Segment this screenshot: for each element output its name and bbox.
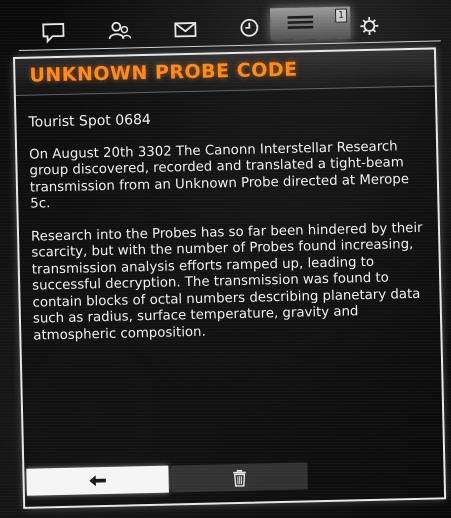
tab-chat[interactable] <box>36 19 71 46</box>
action-bar <box>26 462 308 496</box>
tab-codex[interactable]: 1 <box>269 6 351 41</box>
chat-icon <box>42 23 65 44</box>
tab-badge-count: 1 <box>334 8 348 23</box>
tab-inbox[interactable] <box>168 16 203 43</box>
back-arrow-icon <box>89 475 106 487</box>
clock-icon <box>240 18 259 37</box>
tab-contacts[interactable] <box>102 17 137 44</box>
message-paragraph: Research into the Probes has so far been… <box>30 220 423 344</box>
back-button[interactable] <box>26 465 169 496</box>
message-header: UNKNOWN PROBE CODE <box>15 49 435 96</box>
contacts-icon <box>108 21 132 40</box>
message-paragraph: On August 20th 3302 The Canonn Interstel… <box>29 138 410 212</box>
codex-icon <box>287 15 314 29</box>
message-panel: UNKNOWN PROBE CODE Tourist Spot 0684 On … <box>13 47 447 509</box>
tab-history[interactable] <box>232 14 267 41</box>
message-subtitle: Tourist Spot 0684 <box>28 111 152 131</box>
trash-icon <box>233 469 246 487</box>
message-title: UNKNOWN PROBE CODE <box>29 58 298 87</box>
tab-settings[interactable] <box>352 12 387 39</box>
inbox-icon <box>174 22 197 38</box>
delete-button[interactable] <box>171 462 308 493</box>
message-body: Tourist Spot 0684 On August 20th 3302 Th… <box>28 106 428 361</box>
settings-icon <box>360 17 379 36</box>
